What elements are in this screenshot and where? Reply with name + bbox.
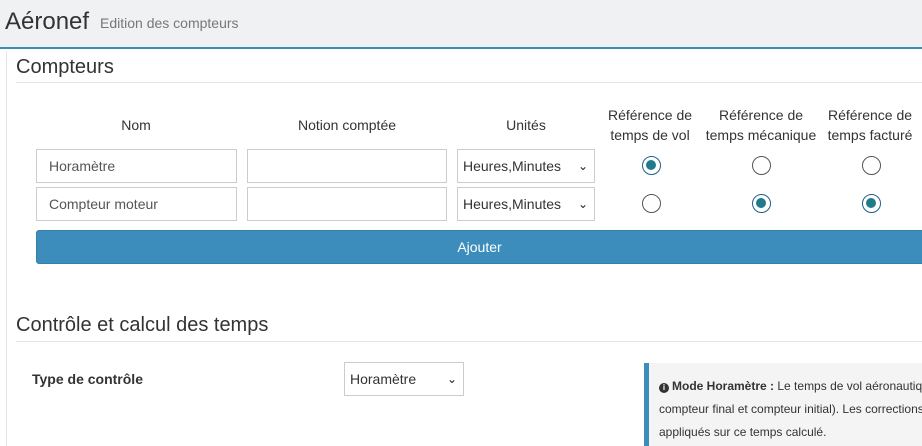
column-header-ref-fact: Référence de temps facturé (815, 105, 922, 145)
page-header: Aéronef Edition des compteurs (0, 0, 922, 49)
radio-ref-vol-row1[interactable] (642, 156, 661, 175)
units-select[interactable]: Heures,Minutes ⌄ (457, 187, 595, 221)
info-text-1: Le temps de vol aéronautiqu (777, 379, 922, 393)
radio-ref-meca-row2[interactable] (752, 194, 771, 213)
column-header-ref-meca-line2: temps mécanique (705, 127, 817, 143)
chevron-down-icon: ⌄ (577, 159, 588, 173)
column-header-ref-vol-line1: Référence de (607, 107, 693, 123)
page-subtitle: Edition des compteurs (100, 15, 239, 31)
units-select-value: Heures,Minutes (463, 158, 562, 174)
radio-ref-vol-row2[interactable] (642, 194, 661, 213)
page-title: Aéronef (5, 8, 90, 35)
control-type-label: Type de contrôle (32, 371, 143, 387)
radio-ref-fact-row1[interactable] (862, 156, 881, 175)
column-header-ref-fact-line2: temps facturé (827, 127, 913, 143)
section-divider (16, 341, 922, 342)
column-header-ref-vol: Référence de temps de vol (595, 105, 705, 145)
column-header-notion: Notion comptée (297, 117, 397, 133)
radio-ref-fact-row2[interactable] (862, 194, 881, 213)
column-header-ref-vol-line2: temps de vol (610, 127, 690, 143)
add-counter-button[interactable]: Ajouter (36, 230, 922, 264)
info-title: Mode Horamètre : (672, 379, 775, 393)
units-select-value: Heures,Minutes (463, 196, 562, 212)
counter-notion-input[interactable] (247, 149, 447, 183)
units-select[interactable]: Heures,Minutes ⌄ (457, 149, 595, 183)
section-title-controle: Contrôle et calcul des temps (16, 314, 269, 336)
radio-ref-meca-row1[interactable] (752, 156, 771, 175)
section-title-compteurs: Compteurs (16, 56, 114, 78)
section-divider (16, 82, 922, 83)
info-line-1: i Mode Horamètre : Le temps de vol aérona… (659, 375, 922, 398)
info-callout: i Mode Horamètre : Le temps de vol aérona… (644, 363, 922, 446)
main-panel: Compteurs Nom Notion comptée Unités Réfé… (6, 51, 922, 446)
info-circle-icon: i (659, 383, 669, 393)
info-text-3: appliqués sur ce temps calculé. (659, 425, 827, 439)
column-header-unites: Unités (506, 117, 546, 133)
chevron-down-icon: ⌄ (577, 197, 588, 211)
counter-name-input[interactable]: Horamètre (36, 149, 237, 183)
column-header-ref-meca-line1: Référence de (718, 107, 804, 123)
column-header-nom: Nom (121, 117, 151, 133)
column-header-ref-meca: Référence de temps mécanique (701, 105, 821, 145)
control-type-select[interactable]: Horamètre ⌄ (344, 362, 464, 396)
control-type-value: Horamètre (350, 371, 417, 387)
counter-name-input[interactable]: Compteur moteur (36, 187, 237, 221)
counter-notion-input[interactable] (247, 187, 447, 221)
info-text-2: compteur final et compteur initial). Les… (659, 402, 922, 416)
chevron-down-icon: ⌄ (446, 372, 457, 386)
column-header-ref-fact-line1: Référence de (827, 107, 913, 123)
